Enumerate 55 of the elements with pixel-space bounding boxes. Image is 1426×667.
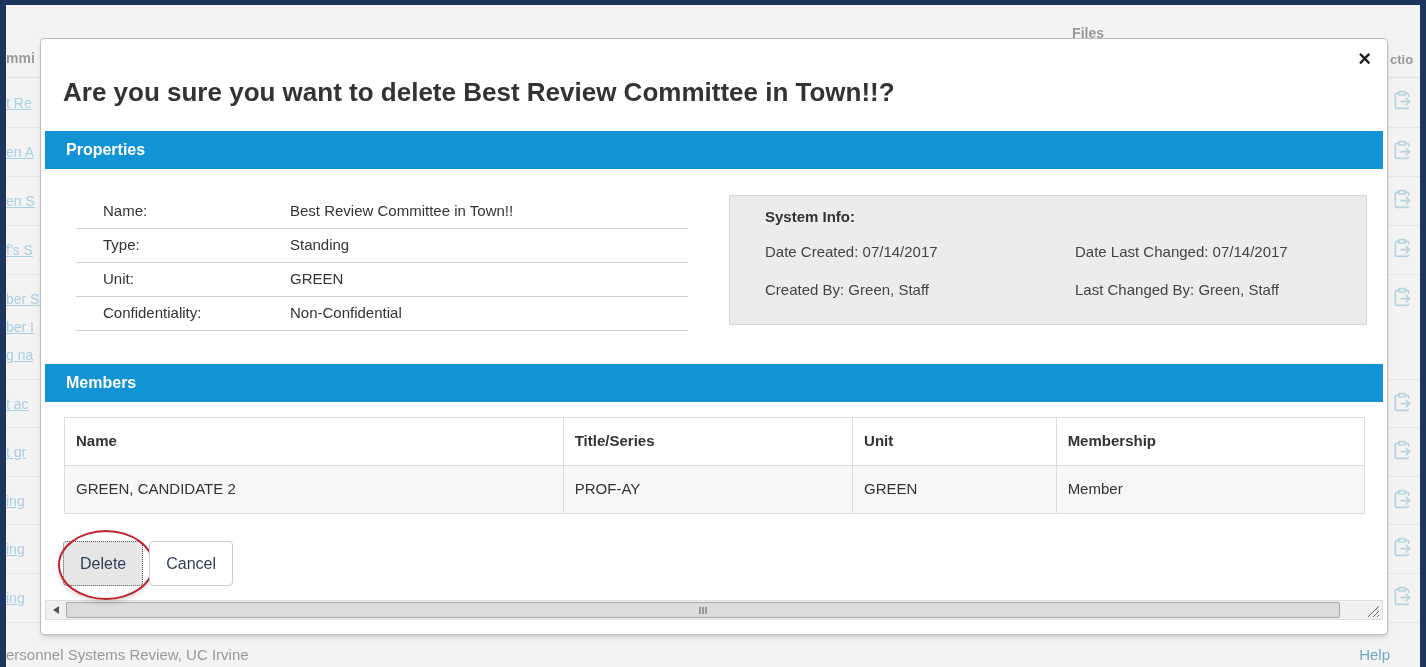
cancel-button[interactable]: Cancel (149, 541, 234, 586)
help-link[interactable]: Help (1359, 643, 1390, 666)
table-link[interactable]: g na (6, 341, 40, 369)
table-link[interactable]: en S (6, 187, 40, 215)
table-link[interactable]: t ac (6, 389, 40, 418)
table-link[interactable]: t gr (6, 438, 40, 466)
clipboard-icon[interactable] (1392, 90, 1412, 110)
clipboard-icon[interactable] (1392, 440, 1412, 460)
property-value: Best Review Committee in Town!! (290, 201, 514, 222)
system-info-text: Created By: Green, Staff (765, 280, 930, 300)
table-cell: GREEN (852, 465, 1057, 514)
property-value: Standing (290, 235, 350, 256)
table-link[interactable]: t Re (6, 88, 40, 117)
horizontal-scrollbar[interactable] (45, 600, 1383, 620)
clipboard-icon[interactable] (1392, 586, 1412, 606)
column-header: Title/Series (563, 417, 853, 466)
table-link[interactable]: ing (6, 584, 40, 612)
system-info-title: System Info: (765, 207, 856, 227)
scrollbar-thumb[interactable] (66, 602, 1340, 618)
column-header: Membership (1056, 417, 1365, 466)
clipboard-icon[interactable] (1392, 140, 1412, 160)
clipboard-icon[interactable] (1392, 392, 1412, 412)
property-label: Unit: (102, 269, 135, 290)
system-info-text: Date Created: 07/14/2017 (765, 241, 939, 262)
section-header: Properties (45, 131, 1383, 169)
system-info-text: Last Changed By: Green, Staff (1075, 280, 1281, 300)
column-header: ctio (1389, 50, 1415, 69)
property-label: Name: (102, 201, 149, 222)
system-info-text: Date Last Changed: 07/14/2017 (1075, 241, 1289, 262)
column-header: mmi (6, 49, 36, 68)
column-header: Files (1072, 24, 1104, 43)
property-label: Type: (102, 235, 141, 256)
clipboard-icon[interactable] (1392, 189, 1412, 209)
table-link[interactable]: en A (6, 138, 40, 166)
table-link[interactable]: ber S (6, 285, 40, 313)
table-cell: PROF-AY (563, 465, 853, 514)
delete-button[interactable]: Delete (63, 541, 144, 586)
table-cell: Member (1056, 465, 1365, 514)
table-cell: GREEN, CANDIDATE 2 (64, 465, 564, 514)
table-link[interactable]: f's S (6, 236, 40, 264)
clipboard-icon[interactable] (1392, 537, 1412, 557)
property-value: Non-Confidential (290, 303, 402, 324)
clipboard-icon[interactable] (1392, 238, 1412, 258)
table-link[interactable]: ing (6, 535, 40, 563)
column-header: Name (64, 417, 564, 466)
table-link[interactable]: ing (6, 486, 40, 515)
footer-text: ersonnel Systems Review, UC Irvine (6, 644, 249, 665)
clipboard-icon[interactable] (1392, 489, 1412, 509)
dialog-title: Are you sure you want to delete Best Review Committee in Town!!? (62, 76, 896, 109)
clipboard-icon[interactable] (1392, 287, 1412, 307)
column-header: Unit (852, 417, 1057, 466)
property-value: GREEN (290, 269, 344, 290)
property-label: Confidentiality: (102, 303, 203, 324)
section-header: Members (45, 364, 1383, 402)
close-button[interactable]: × (1358, 45, 1371, 73)
